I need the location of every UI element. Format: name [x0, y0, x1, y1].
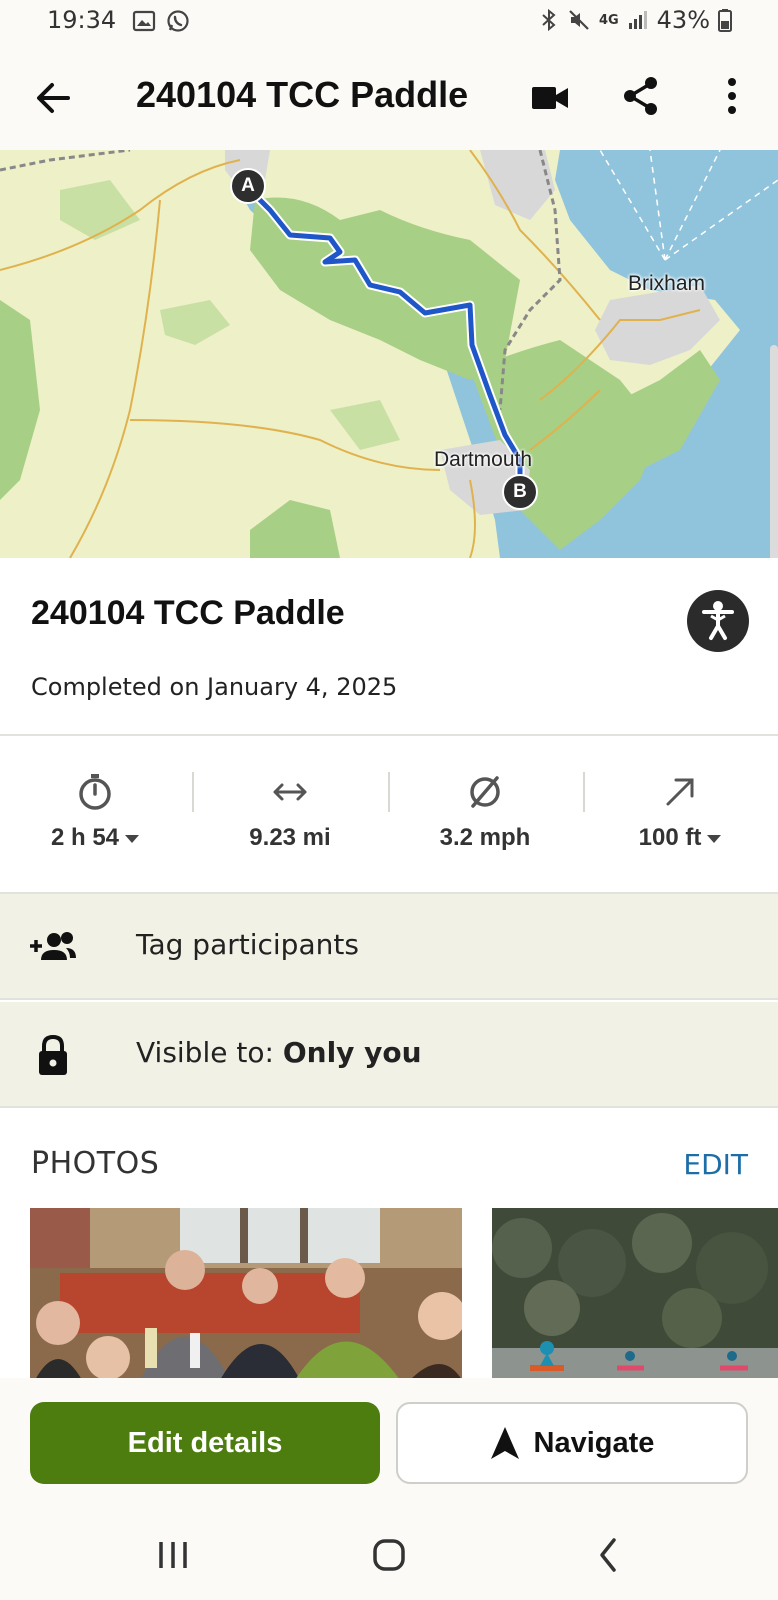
- paddle-person-icon: [702, 601, 734, 640]
- stat-speed-value: 3.2 mph: [439, 824, 531, 851]
- battery-percent: 43%: [656, 6, 710, 34]
- group-photo: [30, 1208, 462, 1380]
- system-back-button[interactable]: [584, 1530, 634, 1580]
- navigate-button[interactable]: Navigate: [396, 1402, 748, 1484]
- stats-bar: 2 h 54 9.23 mi 3.2 mph 100 ft: [0, 736, 778, 894]
- map-label-brixham: Brixham: [628, 272, 706, 295]
- photo-thumbnail[interactable]: [30, 1208, 462, 1380]
- recent-apps-icon: [159, 1542, 187, 1568]
- activity-details: 240104 TCC Paddle Completed on January 4…: [0, 558, 778, 736]
- edit-details-button[interactable]: Edit details: [30, 1402, 380, 1484]
- navigate-label: Navigate: [533, 1426, 655, 1459]
- more-options-button[interactable]: [712, 74, 752, 118]
- network-type: 4G: [598, 12, 619, 28]
- distance-icon: [273, 783, 307, 801]
- map-canvas: [0, 150, 778, 558]
- activity-title: 240104 TCC Paddle: [31, 594, 345, 632]
- stat-duration-value: 2 h 54: [50, 824, 120, 851]
- recent-apps-button[interactable]: [148, 1530, 198, 1580]
- app-bar: 240104 TCC Paddle: [0, 46, 778, 150]
- status-bar: 19:34 4G 43%: [0, 0, 778, 46]
- activity-type-button[interactable]: [687, 590, 749, 652]
- photos-heading: PHOTOS: [31, 1146, 160, 1181]
- kayak-photo: [492, 1208, 778, 1380]
- video-button[interactable]: [530, 76, 574, 120]
- bluetooth-icon: [542, 8, 556, 32]
- stat-distance: 9.23 mi: [195, 772, 385, 872]
- gallery-icon: [132, 10, 156, 32]
- start-marker-label: A: [241, 175, 255, 196]
- mute-icon: [569, 10, 589, 30]
- back-arrow-icon: [37, 83, 70, 113]
- average-speed-icon: [470, 776, 500, 808]
- system-nav-bar: [0, 1510, 778, 1600]
- lock-icon: [39, 1034, 67, 1075]
- elevation-gain-icon: [666, 778, 694, 806]
- stat-speed: 3.2 mph: [390, 772, 580, 872]
- navigation-arrow-icon: [490, 1427, 519, 1459]
- visibility-prefix: Visible to:: [136, 1036, 274, 1069]
- tag-participants-row[interactable]: Tag participants: [0, 894, 778, 1000]
- chevron-left-icon: [600, 1538, 616, 1572]
- share-icon: [624, 77, 657, 115]
- chevron-down-icon: [125, 834, 140, 843]
- stat-distance-value: 9.23 mi: [249, 824, 331, 851]
- stat-duration[interactable]: 2 h 54: [0, 772, 190, 872]
- back-button[interactable]: [32, 76, 76, 120]
- activity-date: Completed on January 4, 2025: [31, 673, 398, 701]
- chevron-down-icon: [707, 834, 722, 843]
- photo-thumbnail[interactable]: [492, 1208, 778, 1380]
- visibility-value: Only you: [282, 1036, 422, 1069]
- photos-section: PHOTOS EDIT: [0, 1110, 778, 1380]
- tag-participants-label: Tag participants: [136, 928, 359, 961]
- home-button[interactable]: [364, 1530, 414, 1580]
- map-label-dartmouth: Dartmouth: [434, 448, 533, 471]
- edit-details-label: Edit details: [127, 1426, 283, 1459]
- route-map[interactable]: Brixham Dartmouth A B: [0, 150, 778, 558]
- photos-edit-button[interactable]: EDIT: [683, 1148, 748, 1181]
- battery-icon: [718, 9, 732, 32]
- share-button[interactable]: [620, 74, 664, 118]
- add-people-icon: [30, 932, 76, 960]
- stat-elevation-value: 100 ft: [638, 824, 702, 851]
- visibility-row[interactable]: Visible to: Only you: [0, 1002, 778, 1108]
- home-icon: [373, 1539, 405, 1571]
- video-camera-icon: [532, 87, 568, 109]
- more-vert-icon: [728, 78, 736, 114]
- signal-icon: [628, 11, 647, 29]
- action-bar: Edit details Navigate: [0, 1378, 778, 1510]
- page-title: 240104 TCC Paddle: [136, 74, 469, 115]
- status-time: 19:34: [47, 6, 117, 34]
- stat-elevation[interactable]: 100 ft: [585, 772, 775, 872]
- end-marker-label: B: [513, 481, 527, 502]
- stopwatch-icon: [79, 774, 111, 810]
- whatsapp-icon: [167, 10, 189, 32]
